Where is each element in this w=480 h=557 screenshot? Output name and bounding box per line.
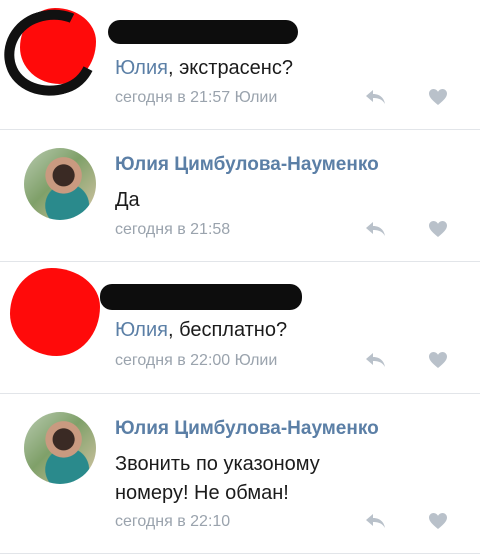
reply-to-suffix[interactable]: Юлии (230, 89, 278, 106)
comment-author[interactable]: Юлия Цимбулова-Науменко (115, 418, 379, 440)
comment-item: Юлия, экстрасенс? сегодня в 21:57 Юлии (0, 0, 480, 130)
comment-text: Юлия, экстрасенс? (115, 54, 293, 83)
comment-item: Юлия Цимбулова-Науменко Звонить по указо… (0, 394, 480, 557)
reply-arrow-icon[interactable] (364, 88, 386, 106)
comment-timestamp[interactable]: сегодня в 22:00 (115, 352, 230, 369)
comment-meta: сегодня в 21:57 Юлии (115, 89, 277, 107)
redacted-author-name (108, 20, 298, 44)
comment-author[interactable]: Юлия Цимбулова-Науменко (115, 154, 379, 176)
comment-text: Юлия, бесплатно? (115, 316, 287, 345)
comment-timestamp[interactable]: сегодня в 21:58 (115, 221, 230, 239)
heart-icon[interactable] (428, 512, 448, 530)
divider (0, 553, 480, 554)
comment-text-line-1: Звонить по указоному (115, 453, 320, 475)
comments-feed: Юлия, экстрасенс? сегодня в 21:57 Юлии Ю… (0, 0, 480, 557)
heart-icon[interactable] (428, 88, 448, 106)
comment-meta: сегодня в 22:00 Юлии (115, 352, 277, 370)
reply-arrow-icon[interactable] (364, 220, 386, 238)
reply-to-suffix[interactable]: Юлии (230, 352, 278, 369)
comment-text-body: , экстрасенс? (167, 57, 293, 79)
comment-item: Юлия Цимбулова-Науменко Да сегодня в 21:… (0, 130, 480, 262)
comment-timestamp[interactable]: сегодня в 22:10 (115, 513, 230, 531)
avatar[interactable] (24, 148, 96, 220)
comment-item: Юлия, бесплатно? сегодня в 22:00 Юлии (0, 262, 480, 394)
comment-text: Да (115, 189, 140, 211)
comment-timestamp[interactable]: сегодня в 21:57 (115, 89, 230, 106)
heart-icon[interactable] (428, 351, 448, 369)
reply-to-name[interactable]: Юлия (115, 57, 168, 79)
avatar[interactable] (10, 268, 100, 356)
heart-icon[interactable] (428, 220, 448, 238)
comment-text-body: , бесплатно? (167, 319, 288, 341)
reply-arrow-icon[interactable] (364, 512, 386, 530)
reply-to-name[interactable]: Юлия (115, 319, 168, 341)
reply-arrow-icon[interactable] (364, 351, 386, 369)
comment-text-line-2: номеру! Не обман! (115, 482, 289, 504)
avatar[interactable] (24, 412, 96, 484)
redacted-author-name (100, 284, 302, 310)
redaction-scribble (0, 0, 109, 109)
